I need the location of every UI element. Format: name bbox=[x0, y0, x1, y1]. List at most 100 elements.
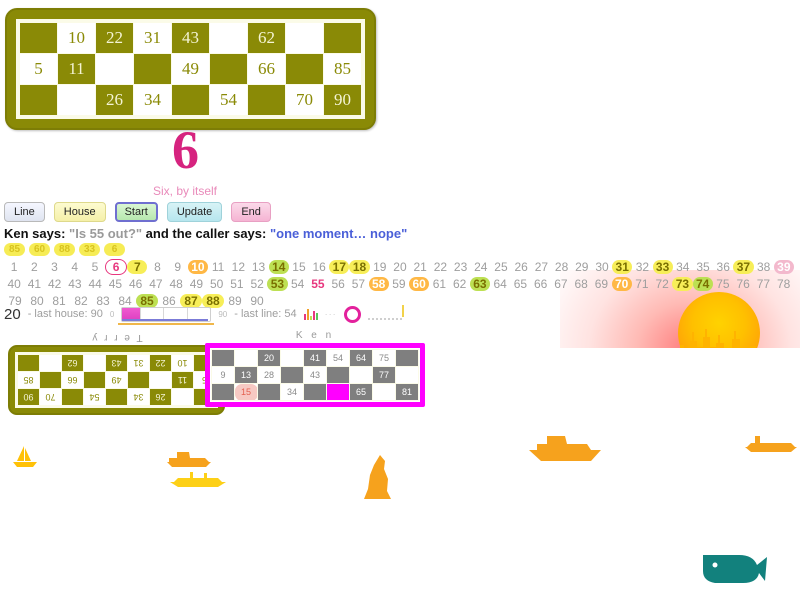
card-cell-70[interactable]: 70 bbox=[39, 388, 62, 406]
card-cell-11[interactable]: 11 bbox=[57, 53, 96, 85]
board-number-66[interactable]: 66 bbox=[531, 277, 551, 291]
ring-icon[interactable] bbox=[343, 305, 361, 323]
card-cell-77[interactable]: 77 bbox=[372, 366, 396, 384]
card-cell-empty[interactable] bbox=[234, 349, 258, 367]
card-cell-empty[interactable] bbox=[285, 53, 324, 85]
card-cell-empty[interactable] bbox=[127, 371, 150, 389]
board-number-71[interactable]: 71 bbox=[632, 277, 652, 291]
card-cell-66[interactable]: 66 bbox=[61, 371, 84, 389]
board-number-14[interactable]: 14 bbox=[268, 259, 289, 274]
board-number-16[interactable]: 16 bbox=[309, 260, 329, 274]
card-cell-49[interactable]: 49 bbox=[105, 371, 128, 389]
card-cell-81[interactable]: 81 bbox=[395, 383, 419, 401]
board-number-24[interactable]: 24 bbox=[471, 260, 491, 274]
card-cell-26[interactable]: 26 bbox=[149, 388, 172, 406]
card-cell-66[interactable]: 66 bbox=[247, 53, 286, 85]
card-cell-empty[interactable] bbox=[105, 388, 128, 406]
ken-card[interactable]: K e n 20 41 54 64 75 9 13 28 43 77 15 34 65 81 bbox=[205, 330, 425, 407]
board-number-8[interactable]: 8 bbox=[147, 260, 167, 274]
board-number-54[interactable]: 54 bbox=[288, 277, 308, 291]
board-number-60[interactable]: 60 bbox=[409, 276, 430, 291]
start-button[interactable]: Start bbox=[114, 202, 158, 222]
card-cell-empty[interactable] bbox=[211, 383, 235, 401]
board-number-33[interactable]: 33 bbox=[652, 259, 673, 274]
card-cell-empty[interactable] bbox=[61, 388, 84, 406]
card-cell-empty[interactable] bbox=[209, 53, 248, 85]
card-cell-64[interactable]: 64 bbox=[349, 349, 373, 367]
card-cell-empty[interactable] bbox=[133, 53, 172, 85]
board-number-22[interactable]: 22 bbox=[430, 260, 450, 274]
end-button[interactable]: End bbox=[231, 202, 271, 222]
board-number-49[interactable]: 49 bbox=[186, 277, 206, 291]
board-number-5[interactable]: 5 bbox=[85, 260, 105, 274]
bar-chart-icon[interactable] bbox=[303, 308, 318, 320]
board-number-63[interactable]: 63 bbox=[469, 276, 490, 291]
board-number-15[interactable]: 15 bbox=[289, 260, 309, 274]
board-number-17[interactable]: 17 bbox=[329, 259, 350, 274]
card-cell-28[interactable]: 28 bbox=[257, 366, 281, 384]
board-number-36[interactable]: 36 bbox=[713, 260, 733, 274]
board-number-58[interactable]: 58 bbox=[368, 276, 389, 291]
card-cell-34[interactable]: 34 bbox=[133, 84, 172, 116]
board-number-34[interactable]: 34 bbox=[673, 260, 693, 274]
card-cell-empty[interactable] bbox=[83, 371, 106, 389]
card-cell-empty[interactable] bbox=[285, 22, 324, 54]
board-number-1[interactable]: 1 bbox=[4, 260, 24, 274]
board-number-51[interactable]: 51 bbox=[227, 277, 247, 291]
meter-icon[interactable] bbox=[367, 304, 404, 320]
card-cell-empty[interactable] bbox=[323, 22, 362, 54]
board-number-7[interactable]: 7 bbox=[127, 259, 148, 274]
board-number-20[interactable]: 20 bbox=[390, 260, 410, 274]
card-cell-43[interactable]: 43 bbox=[171, 22, 210, 54]
card-cell-31[interactable]: 31 bbox=[133, 22, 172, 54]
board-number-61[interactable]: 61 bbox=[429, 277, 449, 291]
board-number-41[interactable]: 41 bbox=[24, 277, 44, 291]
card-cell-empty[interactable] bbox=[171, 388, 194, 406]
card-cell-90[interactable]: 90 bbox=[323, 84, 362, 116]
board-number-12[interactable]: 12 bbox=[228, 260, 248, 274]
board-number-52[interactable]: 52 bbox=[247, 277, 267, 291]
card-cell-85[interactable]: 85 bbox=[17, 371, 40, 389]
board-number-70[interactable]: 70 bbox=[611, 276, 632, 291]
board-number-50[interactable]: 50 bbox=[207, 277, 227, 291]
card-cell-empty[interactable] bbox=[349, 366, 373, 384]
card-cell-5[interactable]: 5 bbox=[19, 53, 58, 85]
card-cell-31[interactable]: 31 bbox=[127, 354, 150, 372]
card-cell-empty[interactable] bbox=[280, 349, 304, 367]
board-number-62[interactable]: 62 bbox=[450, 277, 470, 291]
board-number-78[interactable]: 78 bbox=[774, 277, 794, 291]
board-number-65[interactable]: 65 bbox=[510, 277, 530, 291]
card-cell-10[interactable]: 10 bbox=[171, 354, 194, 372]
board-number-43[interactable]: 43 bbox=[65, 277, 85, 291]
board-number-38[interactable]: 38 bbox=[754, 260, 774, 274]
board-number-29[interactable]: 29 bbox=[572, 260, 592, 274]
card-cell-empty[interactable] bbox=[57, 84, 96, 116]
card-cell-empty[interactable] bbox=[19, 22, 58, 54]
board-number-56[interactable]: 56 bbox=[328, 277, 348, 291]
board-number-6[interactable]: 6 bbox=[105, 258, 128, 275]
card-cell-15[interactable]: 15 bbox=[234, 383, 258, 401]
board-number-68[interactable]: 68 bbox=[571, 277, 591, 291]
card-cell-empty[interactable] bbox=[257, 383, 281, 401]
board-number-67[interactable]: 67 bbox=[551, 277, 571, 291]
board-number-77[interactable]: 77 bbox=[753, 277, 773, 291]
board-number-27[interactable]: 27 bbox=[531, 260, 551, 274]
board-number-53[interactable]: 53 bbox=[267, 276, 288, 291]
card-cell-26[interactable]: 26 bbox=[95, 84, 134, 116]
card-cell-62[interactable]: 62 bbox=[247, 22, 286, 54]
board-number-45[interactable]: 45 bbox=[105, 277, 125, 291]
card-cell-34[interactable]: 34 bbox=[280, 383, 304, 401]
board-number-13[interactable]: 13 bbox=[248, 260, 268, 274]
board-number-42[interactable]: 42 bbox=[45, 277, 65, 291]
card-cell-54[interactable]: 54 bbox=[83, 388, 106, 406]
house-button[interactable]: House bbox=[53, 202, 106, 222]
card-cell-62[interactable]: 62 bbox=[61, 354, 84, 372]
card-cell-34[interactable]: 34 bbox=[127, 388, 150, 406]
caller-card[interactable]: 10 22 31 43 62 5 11 49 66 85 26 34 54 70 90 bbox=[5, 8, 376, 130]
board-number-39[interactable]: 39 bbox=[773, 259, 794, 274]
card-cell-empty[interactable] bbox=[171, 84, 210, 116]
board-number-3[interactable]: 3 bbox=[44, 260, 64, 274]
board-number-47[interactable]: 47 bbox=[146, 277, 166, 291]
card-cell-empty[interactable] bbox=[209, 22, 248, 54]
board-number-37[interactable]: 37 bbox=[733, 259, 754, 274]
